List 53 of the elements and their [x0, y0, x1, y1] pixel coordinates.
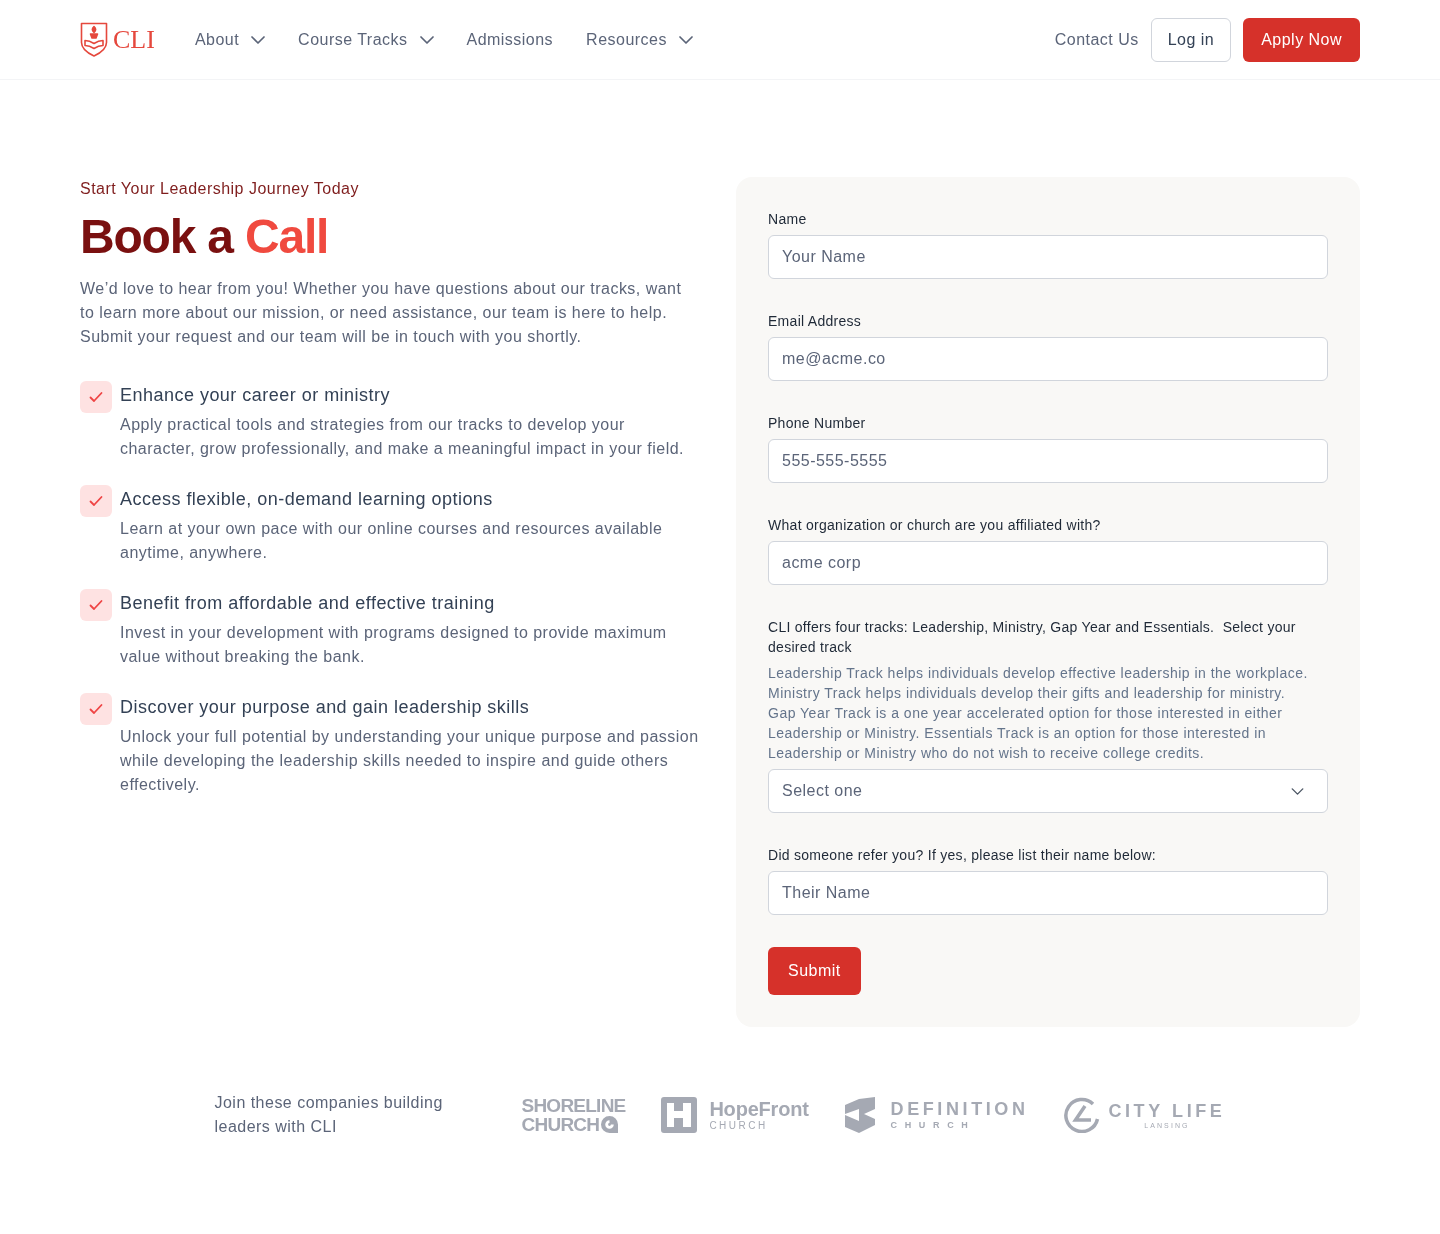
nav-dropdown[interactable]: Course Tracks — [298, 27, 434, 52]
ring-logo-icon — [1064, 1097, 1101, 1133]
partner-name: HopeFront — [709, 1098, 809, 1120]
partner-tagline: CHURCH — [521, 1115, 600, 1134]
swirl-logo-icon — [601, 1116, 619, 1133]
field-label: Phone Number — [768, 414, 867, 433]
check-icon — [80, 589, 112, 621]
partner-name: DEFINITION — [890, 1099, 1029, 1119]
help-text: Leadership Track helps individuals develop effective leadership in the workplace. — [768, 664, 1309, 683]
input-field[interactable]: acme corp — [768, 541, 1328, 585]
feature-text: Learn at your own pace with our online courses and resources available anytime, anywhere. — [120, 519, 664, 563]
partners-caption: Join these companies building leaders with CLI — [214, 1093, 444, 1137]
check-icon — [80, 381, 112, 413]
nav-dropdown[interactable]: Resources — [586, 27, 693, 52]
help-text: Gap Year Track is a one year accelerated option for those interested in either Leadership or Ministry. Essentials Track is an option for those interested in Leadership or Ministry who do not wish to receive college credits. — [768, 704, 1284, 763]
field-label: Did someone refer you? If yes, please list their name below: — [768, 846, 1157, 865]
home-logo-link[interactable]: CLI — [80, 21, 155, 58]
field-label: CLI offers four tracks: Leadership, Ministry, Gap Year and Essentials. Select your desired track — [768, 618, 1297, 657]
input-field[interactable]: Your Name — [768, 235, 1328, 279]
input-field[interactable]: 555-555-5555 — [768, 439, 1328, 483]
feature-title: Access flexible, on-demand learning options — [120, 488, 494, 511]
check-icon — [80, 485, 112, 517]
partner-tagline: CHURCH — [709, 1120, 768, 1132]
field-label: What organization or church are you affiliated with? — [768, 516, 1102, 535]
input-field[interactable]: Their Name — [768, 871, 1328, 915]
page-title: Book a Call — [80, 213, 330, 261]
chevron-down-icon — [1291, 787, 1304, 795]
login-button[interactable]: Log in — [1150, 17, 1232, 62]
feature-title: Benefit from affordable and effective training — [120, 592, 496, 615]
input-field[interactable]: me@acme.co — [768, 337, 1328, 381]
feature-text: Apply practical tools and strategies from our tracks to develop your character, grow professionally, and make a meaningful impact in your field. — [120, 415, 685, 459]
chevron-shield-logo-icon — [844, 1097, 875, 1133]
submit-button[interactable]: Submit — [768, 947, 861, 995]
apply-now-button[interactable]: Apply Now — [1243, 17, 1360, 62]
field-label: Name — [768, 210, 808, 229]
shield-logo-icon — [80, 21, 108, 58]
nav-dropdown[interactable]: About — [194, 27, 266, 52]
field-label: Email Address — [768, 312, 863, 331]
feature-text: Invest in your development with programs designed to provide maximum value without breaking the bank. — [120, 623, 668, 667]
partner-name: CITY LIFE — [1108, 1100, 1226, 1121]
feature-title: Discover your purpose and gain leadership skills — [120, 696, 531, 719]
partner-name: SHORELINE — [521, 1096, 626, 1115]
track-select[interactable]: Select one — [768, 769, 1328, 813]
help-text: Ministry Track helps individuals develop their gifts and leadership for ministry. — [768, 684, 1287, 703]
feature-title: Enhance your career or ministry — [120, 384, 391, 407]
contact-link[interactable]: Contact Us — [1054, 27, 1139, 52]
check-icon — [80, 693, 112, 725]
h-block-logo-icon — [661, 1097, 698, 1133]
feature-text: Unlock your full potential by understanding your unique purpose and passion while developing the leadership skills needed to inspire and guide others effectively. — [120, 727, 700, 795]
partner-tagline: CHURCH — [890, 1119, 977, 1131]
nav-link[interactable]: Admissions — [466, 27, 554, 52]
eyebrow-text: Start Your Leadership Journey Today — [80, 179, 360, 199]
intro-text: We’d love to hear from you! Whether you have questions about our tracks, want to learn more about our mission, or need assistance, our team is here to help. Submit your request and our team will be in touch with you shortly. — [80, 279, 683, 347]
